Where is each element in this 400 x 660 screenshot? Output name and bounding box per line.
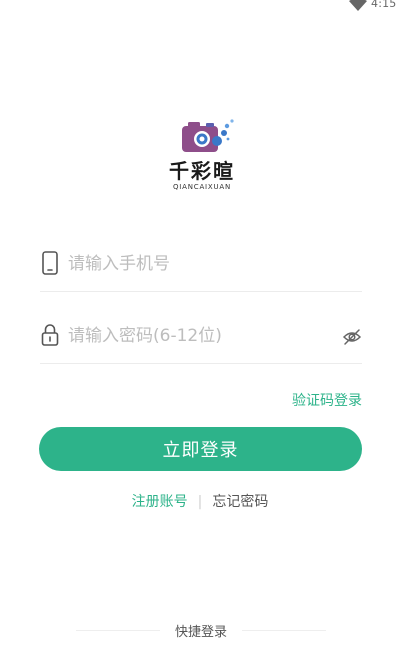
login-button[interactable]: 立即登录 <box>39 427 362 471</box>
lock-icon <box>41 324 59 346</box>
password-input[interactable] <box>68 322 338 350</box>
logo-subtitle: QIANCAIXUAN <box>172 183 232 191</box>
sms-code-login-link[interactable]: 验证码登录 <box>292 390 362 410</box>
forgot-password-link[interactable]: 忘记密码 <box>212 494 268 510</box>
wifi-icon <box>349 0 367 11</box>
camera-logo-icon <box>182 119 234 152</box>
password-field <box>40 308 362 364</box>
link-separator: | <box>197 494 203 510</box>
divider-right <box>242 630 326 631</box>
phone-icon <box>42 251 58 275</box>
status-bar: 4:15 <box>0 0 400 14</box>
account-links: 注册账号 | 忘记密码 <box>0 491 400 511</box>
phone-field <box>40 236 362 292</box>
phone-input[interactable] <box>68 250 338 278</box>
logo-title: 千彩暄 <box>169 159 235 183</box>
app-logo: 千彩暄 QIANCAIXUAN <box>160 116 244 196</box>
register-link[interactable]: 注册账号 <box>132 494 188 510</box>
eye-hidden-icon[interactable] <box>342 328 362 346</box>
quick-login-section: 快捷登录 <box>76 620 326 640</box>
status-time: 4:15 <box>371 0 397 10</box>
